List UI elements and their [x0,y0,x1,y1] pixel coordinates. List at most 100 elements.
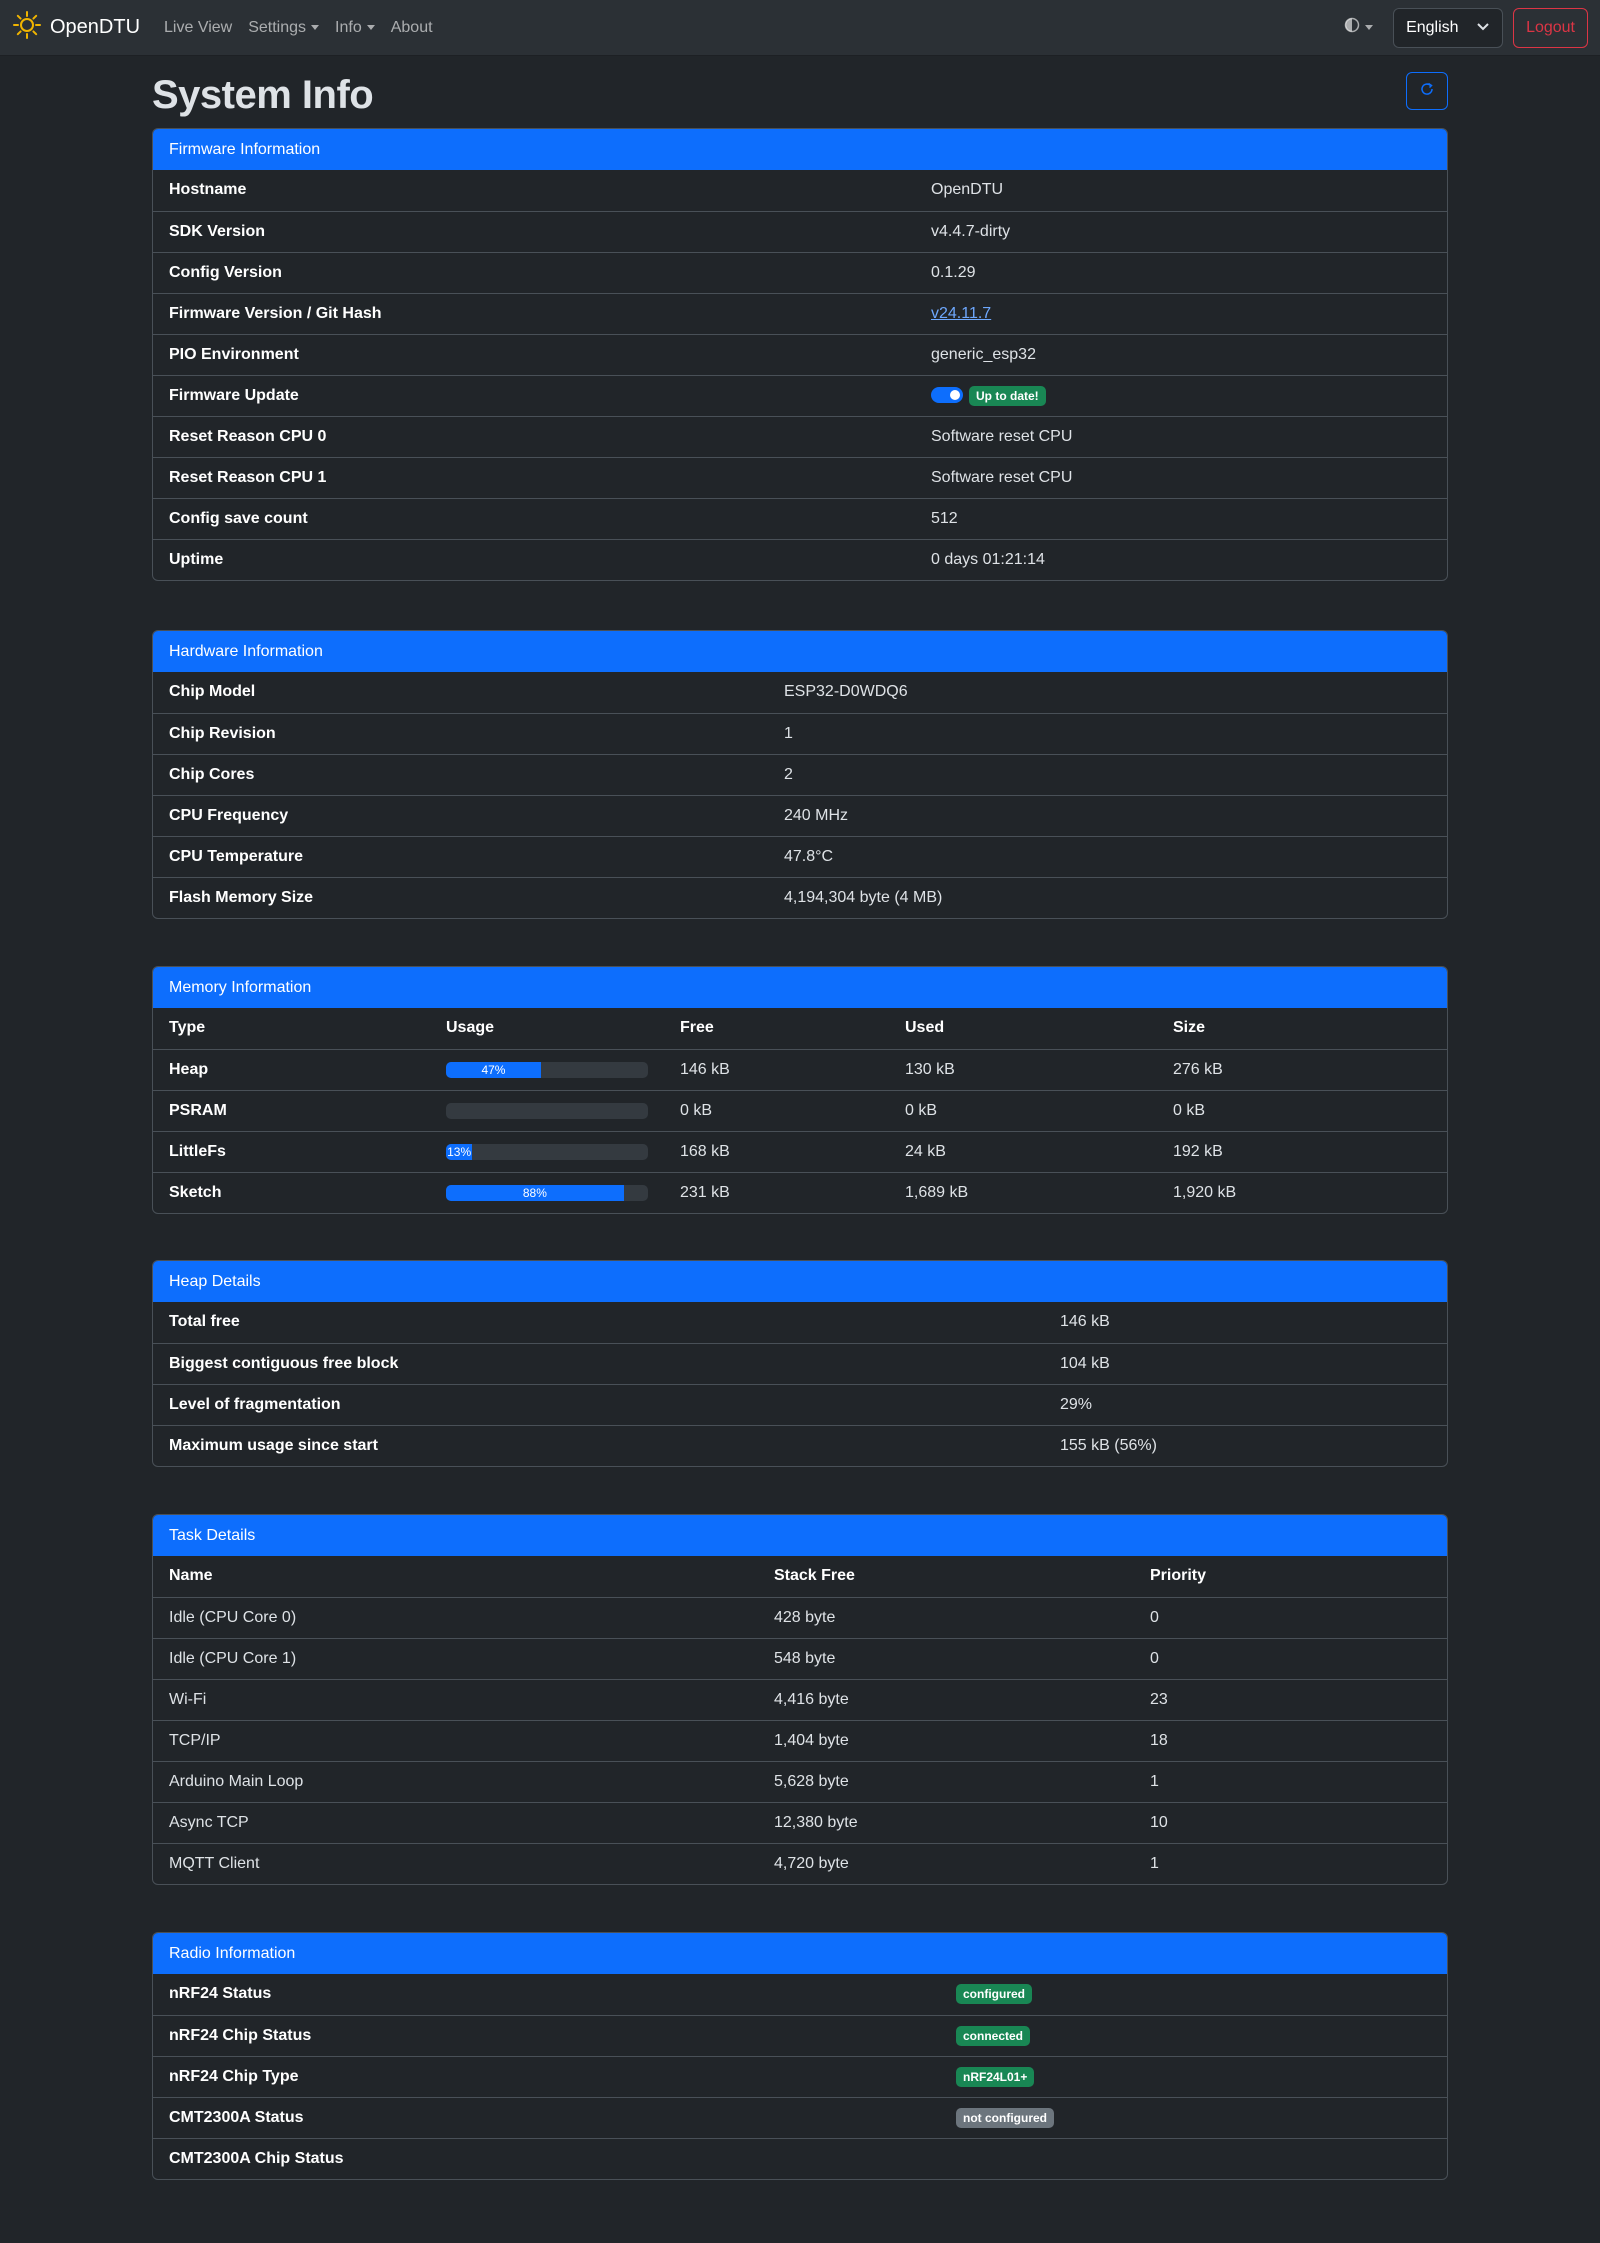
usage-cell: 88% [430,1171,664,1213]
row-value: nRF24L01+ [940,2055,1447,2097]
memory-size: 192 kB [1157,1130,1447,1172]
nav-info-label: Info [335,18,362,36]
nav-settings[interactable]: Settings [248,19,320,37]
heap-card: Heap Details Total free 146 kB Biggest co… [152,1260,1448,1467]
memory-used: 130 kB [889,1048,1157,1090]
task-stack-free: 1,404 byte [758,1719,1134,1761]
status-badge: not configured [956,2107,1054,2128]
firmware-table: Hostname OpenDTU SDK Version v4.4.7-dirty … [153,170,1447,580]
hardware-card-header: Hardware Information [153,631,1447,672]
status-badge: Up to date! [969,385,1046,406]
table-row: LittleFs 13% 168 kB 24 kB 192 kB [153,1130,1447,1172]
heap-card-header: Heap Details [153,1261,1447,1302]
contrast-icon [1344,17,1360,38]
memory-size: 0 kB [1157,1089,1447,1131]
row-label: Total free [169,1313,240,1331]
radio-card-header: Radio Information [153,1933,1447,1974]
row-label: Firmware Version / Git Hash [153,292,915,334]
heap-table: Total free 146 kB Biggest contiguous free… [153,1302,1447,1466]
row-label: SDK Version [153,210,915,252]
row-label: Config Version [153,251,915,293]
row-label: CMT2300A Chip Status [153,2137,940,2179]
logout-button[interactable]: Logout [1513,7,1588,48]
language-value: English [1406,18,1459,36]
row-value: v24.11.7 [915,292,1447,334]
task-name: Arduino Main Loop [153,1760,758,1802]
row-value: not configured [940,2096,1447,2138]
row-label: PIO Environment [153,333,915,375]
usage-cell [430,1089,664,1131]
theme-toggle[interactable] [1344,17,1374,38]
table-row: Reset Reason CPU 1 Software reset CPU [153,456,1447,498]
row-label: Firmware Update [153,374,915,416]
memory-type: Heap [153,1048,430,1090]
row-label: nRF24 Status [169,1985,272,2003]
nav-live-view[interactable]: Live View [164,19,232,37]
table-row: CPU Temperature 47.8°C [153,835,1447,877]
status-badge: connected [956,2025,1031,2046]
row-value: 240 MHz [768,794,1447,836]
table-row: Chip Model ESP32-D0WDQ6 [153,672,1447,713]
task-stack-free: 428 byte [758,1596,1134,1638]
row-label: CMT2300A Status [153,2096,940,2138]
table-row: SDK Version v4.4.7-dirty [153,210,1447,252]
table-row: Reset Reason CPU 0 Software reset CPU [153,415,1447,457]
task-priority: 1 [1134,1842,1447,1884]
table-row: CPU Frequency 240 MHz [153,794,1447,836]
column-header: Priority [1150,1567,1207,1585]
row-label: Hostname [169,181,247,199]
row-label: CPU Temperature [153,835,768,877]
row-label: Chip Cores [153,753,768,795]
table-row: PSRAM 0 kB 0 kB 0 kB [153,1089,1447,1131]
status-badge: nRF24L01+ [956,2066,1035,2087]
update-check-toggle[interactable] [931,387,963,404]
table-row: Async TCP 12,380 byte 10 [153,1801,1447,1843]
usage-progress: 47% [446,1061,648,1078]
table-row: Flash Memory Size 4,194,304 byte (4 MB) [153,876,1447,918]
caret-down-icon [366,25,375,30]
task-name: TCP/IP [153,1719,758,1761]
reload-button[interactable] [1406,72,1448,110]
firmware-card: Firmware Information Hostname OpenDTU SDK… [152,128,1448,581]
row-label: Uptime [153,538,915,580]
sun-logo-icon [12,10,42,45]
brand-name: OpenDTU [50,16,141,38]
radio-card: Radio Information nRF24 Status configured… [152,1932,1448,2180]
firmware-version-link[interactable]: v24.11.7 [931,305,991,322]
table-row: MQTT Client 4,720 byte 1 [153,1842,1447,1884]
memory-free: 168 kB [664,1130,889,1172]
table-row: Config save count 512 [153,497,1447,539]
task-priority: 0 [1134,1637,1447,1679]
row-value: 29% [1044,1383,1447,1425]
usage-cell: 13% [430,1130,664,1172]
row-label: CPU Frequency [153,794,768,836]
task-stack-free: 548 byte [758,1637,1134,1679]
tasks-card-header: Task Details [153,1515,1447,1556]
nav-about[interactable]: About [391,19,433,37]
column-header: Used [905,1019,945,1037]
row-label: Config save count [153,497,915,539]
row-label: Flash Memory Size [153,876,768,918]
brand[interactable]: OpenDTU [12,10,140,45]
memory-card: Memory Information Type Usage Free Used … [152,966,1448,1214]
nav-info[interactable]: Info [335,19,375,37]
table-row: Wi-Fi 4,416 byte 23 [153,1678,1447,1720]
hardware-card: Hardware Information Chip Model ESP32-D0W… [152,630,1448,919]
column-header: Stack Free [774,1567,855,1585]
row-value: generic_esp32 [915,333,1447,375]
table-row: Heap 47% 146 kB 130 kB 276 kB [153,1048,1447,1090]
table-row: Hostname OpenDTU [153,170,1447,211]
table-row: Firmware Version / Git Hash v24.11.7 [153,292,1447,334]
table-row: Config Version 0.1.29 [153,251,1447,293]
language-select[interactable]: English [1393,7,1504,48]
usage-progress-bar: 13% [446,1143,473,1160]
firmware-card-header: Firmware Information [153,129,1447,170]
row-value: 155 kB (56%) [1044,1424,1447,1466]
row-value: configured [940,1974,1447,2015]
row-value: Software reset CPU [915,415,1447,457]
table-row: nRF24 Chip Status connected [153,2014,1447,2056]
usage-cell: 47% [430,1048,664,1090]
usage-progress: 88% [446,1184,648,1201]
usage-progress-bar: 47% [446,1061,541,1078]
row-label: Reset Reason CPU 1 [153,456,915,498]
